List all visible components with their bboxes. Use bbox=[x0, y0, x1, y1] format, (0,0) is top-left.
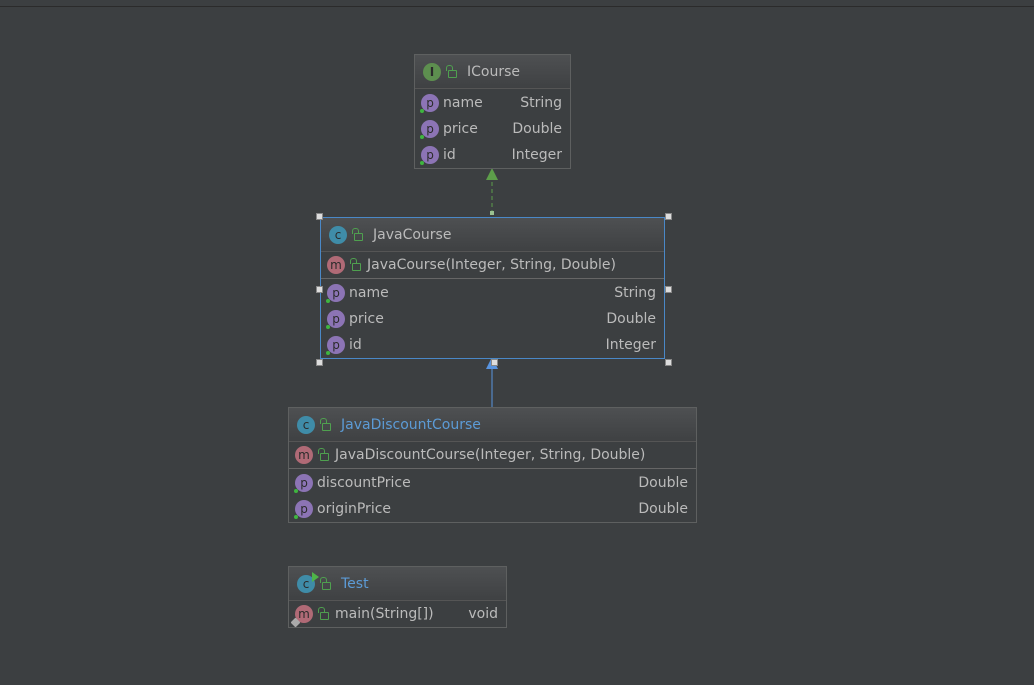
resize-handle[interactable] bbox=[316, 359, 323, 366]
field-type: Double bbox=[638, 501, 688, 517]
class-icon: c bbox=[297, 415, 315, 434]
field-type: Integer bbox=[605, 337, 656, 353]
public-lock-icon bbox=[320, 576, 331, 590]
method-name: main(String[]) bbox=[335, 606, 434, 622]
field-row[interactable]: p discountPrice Double bbox=[289, 470, 696, 496]
visibility-dot-icon bbox=[294, 515, 298, 519]
field-name: name bbox=[349, 285, 389, 301]
field-type: String bbox=[520, 95, 562, 111]
property-icon: p bbox=[420, 146, 439, 165]
interface-icon: I bbox=[423, 62, 441, 81]
visibility-dot-icon bbox=[326, 351, 330, 355]
method-return-type: void bbox=[468, 606, 498, 622]
method-row[interactable]: m main(String[]) void bbox=[289, 601, 506, 628]
public-lock-icon bbox=[318, 448, 329, 461]
property-icon: p bbox=[420, 120, 439, 139]
field-row[interactable]: p originPrice Double bbox=[289, 496, 696, 522]
visibility-dot-icon bbox=[420, 109, 424, 113]
resize-handle[interactable] bbox=[316, 213, 323, 220]
fields-section: p name String p price Double p id Integer bbox=[321, 279, 664, 358]
field-type: Double bbox=[512, 121, 562, 137]
method-row[interactable]: m JavaCourse(Integer, String, Double) bbox=[321, 252, 664, 279]
class-box-javacourse[interactable]: c JavaCourse m JavaCourse(Integer, String, … bbox=[320, 217, 665, 359]
class-header[interactable]: I ICourse bbox=[415, 55, 570, 89]
field-name: discountPrice bbox=[317, 475, 411, 491]
visibility-dot-icon bbox=[326, 299, 330, 303]
method-icon: m bbox=[327, 256, 345, 274]
class-title: JavaCourse bbox=[373, 226, 452, 243]
method-icon: m bbox=[295, 446, 313, 464]
fields-section: p name String p price Double p id Integer bbox=[415, 89, 570, 168]
class-title: Test bbox=[341, 575, 369, 592]
field-row[interactable]: p name String bbox=[415, 90, 570, 116]
resize-handle[interactable] bbox=[490, 359, 498, 366]
field-type: Double bbox=[638, 475, 688, 491]
field-row[interactable]: p price Double bbox=[415, 116, 570, 142]
method-name: JavaCourse(Integer, String, Double) bbox=[367, 257, 616, 273]
run-marker-icon bbox=[312, 571, 319, 582]
resize-handle[interactable] bbox=[665, 359, 672, 366]
field-type: String bbox=[614, 285, 656, 301]
class-header[interactable]: c JavaDiscountCourse bbox=[289, 408, 696, 442]
class-header[interactable]: c JavaCourse bbox=[321, 218, 664, 252]
field-name: id bbox=[443, 147, 456, 163]
class-icon: c bbox=[329, 225, 347, 244]
class-box-javadiscountcourse[interactable]: c JavaDiscountCourse m JavaDiscountCourse(I… bbox=[288, 407, 697, 523]
class-box-icourse[interactable]: I ICourse p name String p price Double p id Intege… bbox=[414, 54, 571, 169]
class-title: JavaDiscountCourse bbox=[341, 416, 481, 433]
visibility-dot-icon bbox=[420, 161, 424, 165]
field-name: name bbox=[443, 95, 483, 111]
resize-handle[interactable] bbox=[665, 213, 672, 220]
method-icon: m bbox=[290, 605, 313, 628]
class-icon: c bbox=[297, 571, 319, 593]
static-marker-icon bbox=[290, 617, 301, 628]
class-box-test[interactable]: c Test m main(String[]) void bbox=[288, 566, 507, 628]
public-lock-icon bbox=[320, 417, 331, 431]
property-icon: p bbox=[326, 284, 345, 303]
edge-handle[interactable] bbox=[490, 211, 494, 215]
method-row[interactable]: m JavaDiscountCourse(Integer, String, Dou… bbox=[289, 442, 696, 469]
visibility-dot-icon bbox=[420, 135, 424, 139]
class-title: ICourse bbox=[467, 63, 521, 80]
visibility-dot-icon bbox=[326, 325, 330, 329]
fields-section: p discountPrice Double p originPrice Double bbox=[289, 469, 696, 522]
field-name: originPrice bbox=[317, 501, 392, 517]
property-icon: p bbox=[294, 500, 313, 519]
field-type: Integer bbox=[511, 147, 562, 163]
property-icon: p bbox=[326, 310, 345, 329]
field-name: id bbox=[349, 337, 362, 353]
field-row[interactable]: p id Integer bbox=[321, 332, 664, 358]
public-lock-icon bbox=[350, 258, 361, 271]
public-lock-icon bbox=[318, 607, 329, 620]
field-name: price bbox=[443, 121, 478, 137]
public-lock-icon bbox=[446, 64, 457, 78]
property-icon: p bbox=[326, 336, 345, 355]
class-header[interactable]: c Test bbox=[289, 567, 506, 601]
property-icon: p bbox=[420, 94, 439, 113]
visibility-dot-icon bbox=[294, 489, 298, 493]
public-lock-icon bbox=[352, 227, 363, 241]
field-row[interactable]: p id Integer bbox=[415, 142, 570, 168]
property-icon: p bbox=[294, 474, 313, 493]
field-name: price bbox=[349, 311, 384, 327]
field-row[interactable]: p name String bbox=[321, 280, 664, 306]
field-row[interactable]: p price Double bbox=[321, 306, 664, 332]
resize-handle[interactable] bbox=[665, 286, 672, 293]
field-type: Double bbox=[606, 311, 656, 327]
implements-arrowhead bbox=[486, 168, 498, 180]
method-name: JavaDiscountCourse(Integer, String, Doub… bbox=[335, 447, 646, 463]
resize-handle[interactable] bbox=[316, 286, 323, 293]
